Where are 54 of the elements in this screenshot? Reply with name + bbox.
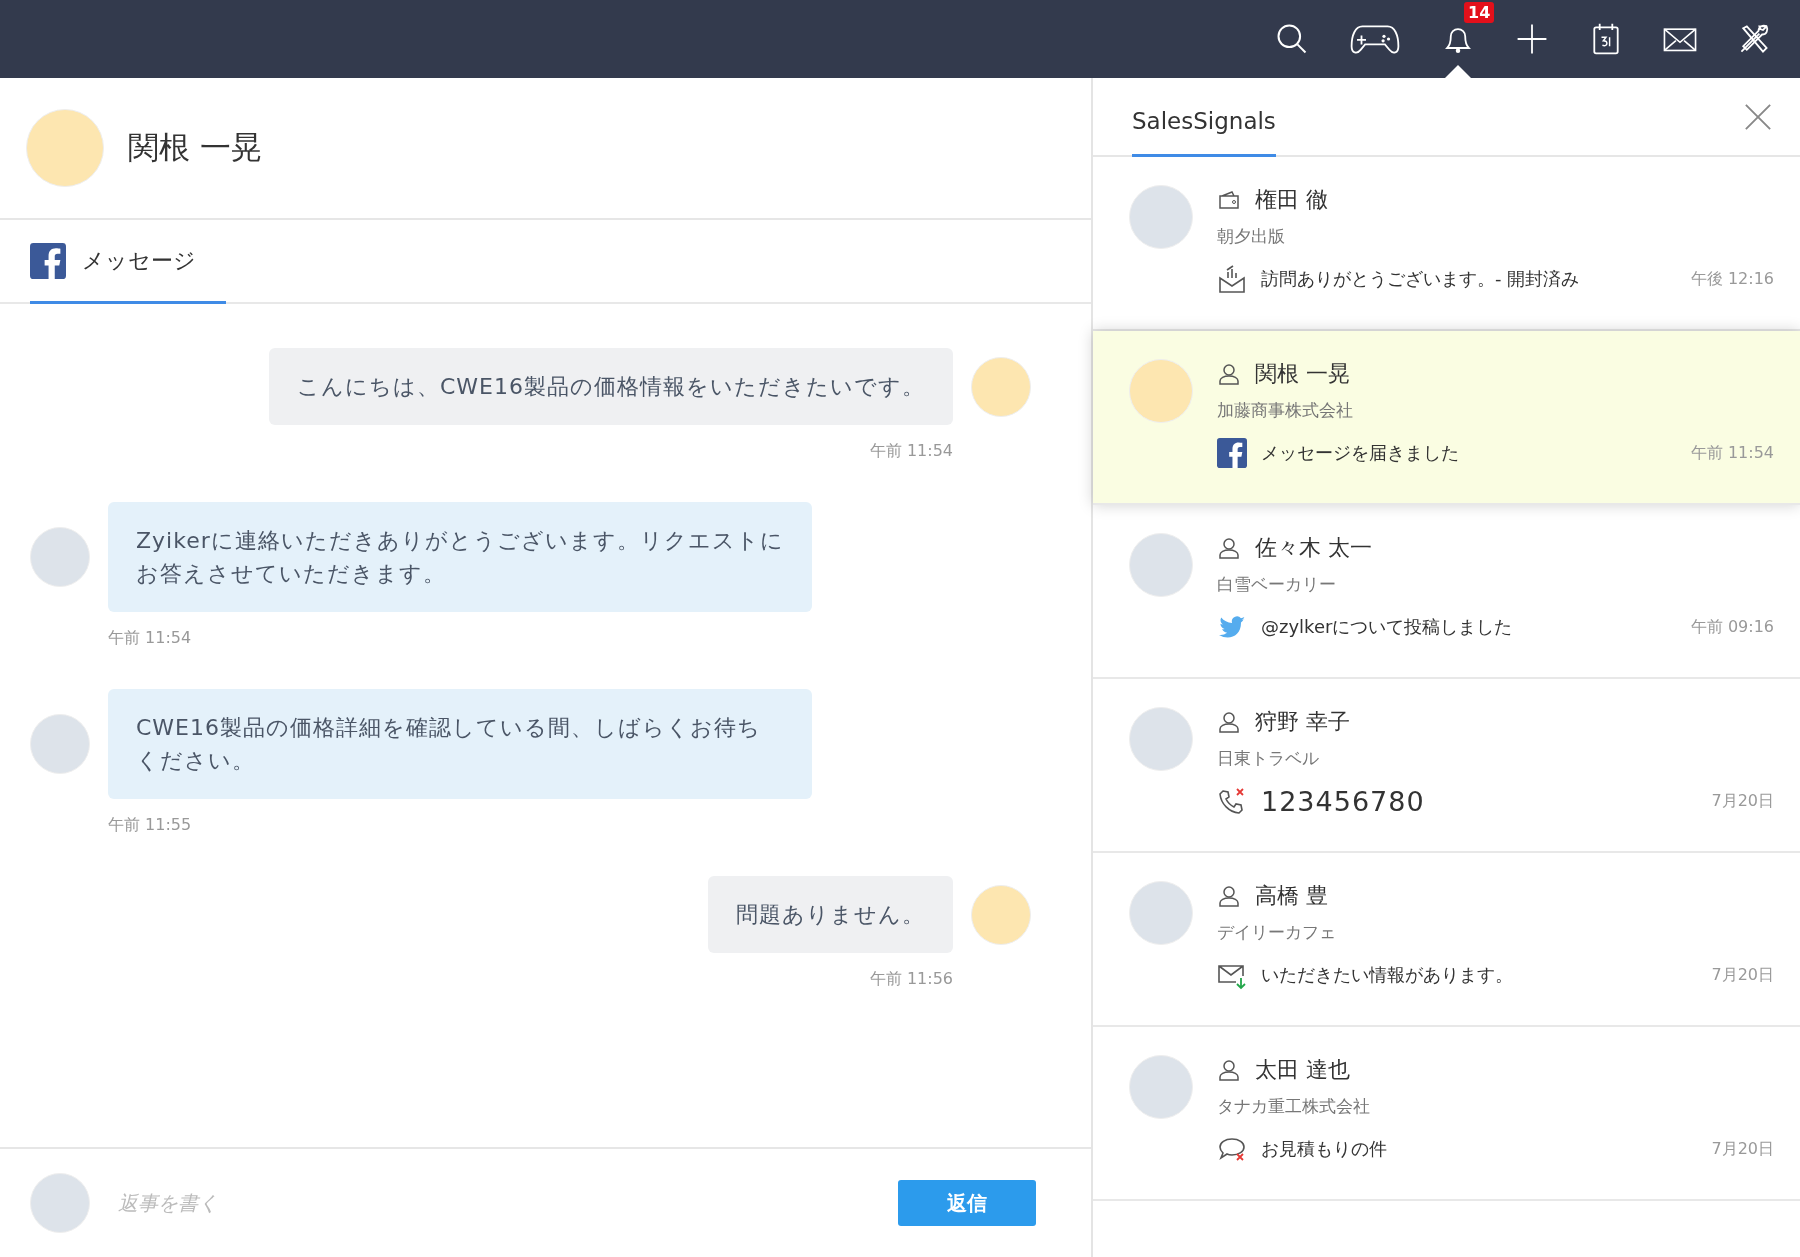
activity-time: 午前 11:54 [1690,442,1774,464]
open-envelope-icon [1217,264,1247,294]
activity-time: 7月20日 [1711,1138,1774,1160]
person-icon [1217,884,1241,908]
signal-item[interactable]: 佐々木 太一 白雪ベーカリー @zylkerについて投稿しました 午前 09:16 [1093,505,1800,679]
received-message: Zyikerに連絡いただきありがとうございます。リクエストにお答えさせていただきます。 [108,502,812,612]
reply-field[interactable]: 返事を書く [116,1190,872,1216]
signal-item[interactable]: 太田 達也 タナカ重工株式会社 お見積もりの件 7月20日 [1093,1027,1800,1201]
message-time: 午前 11:54 [108,628,193,649]
activity-text: 訪問ありがとうございます。- 開封済み [1261,267,1581,291]
facebook-icon [1217,438,1247,468]
signal-item[interactable]: 狩野 幸子 日東トラベル 123456780 7月20日 [1093,679,1800,853]
activity-text: メッセージを届きました [1261,441,1460,465]
facebook-icon [30,242,66,279]
company-name: 加藤商事株式会社 [1217,399,1354,422]
missed-call-icon [1217,786,1247,817]
person-icon [1217,1058,1241,1082]
activity-text: いただきたい情報があります。 [1261,963,1514,987]
company-name: 日東トラベル [1217,747,1320,770]
person-icon [1217,710,1241,734]
panel-title-tab[interactable]: SalesSignals [1132,108,1276,157]
company-name: デイリーカフェ [1217,921,1337,944]
person-icon [1217,362,1241,386]
wallet-icon [1217,188,1241,212]
signal-item[interactable]: 関根 一晃 加藤商事株式会社 メッセージを届きました 午前 11:54 [1093,331,1800,505]
contact-name: 狩野 幸子 [1255,708,1350,736]
activity-time: 午後 12:16 [1690,268,1774,290]
contact-name: 関根 一晃 [128,128,262,167]
notification-count: 14 [1464,2,1495,23]
messages-tab[interactable]: メッセージ [30,220,226,304]
activity-time: 午前 09:16 [1690,616,1774,638]
activity-time: 7月20日 [1711,791,1774,812]
activity-text: @zylkerについて投稿しました [1261,615,1514,639]
person-icon [1217,536,1241,560]
contact-name: 太田 達也 [1255,1056,1350,1084]
contact-name: 権田 徹 [1255,186,1328,214]
signal-item[interactable]: 高橋 豊 デイリーカフェ いただきたい情報があります。 7月20日 [1093,853,1800,1027]
sent-message: こんにちは、CWE16製品の価格情報をいただきたいです。 [269,348,953,425]
activity-text: お見積もりの件 [1261,1137,1388,1161]
contact-name: 佐々木 太一 [1255,534,1372,562]
company-name: タナカ重工株式会社 [1217,1095,1371,1118]
sent-message: 問題ありません。 [708,876,953,953]
message-time: 午前 11:56 [869,969,953,990]
close-icon[interactable] [1744,103,1772,131]
company-name: 白雪ベーカリー [1217,573,1337,596]
message-time: 午前 11:55 [108,815,193,836]
received-message: CWE16製品の価格詳細を確認している間、しばらくお待ちください。 [108,689,812,799]
pointer-arrow [1445,65,1471,78]
message-time: 午前 11:54 [869,441,953,462]
contact-name: 関根 一晃 [1255,360,1350,388]
activity-text: 123456780 [1261,786,1426,817]
contact-name: 高橋 豊 [1255,882,1328,910]
activity-time: 7月20日 [1711,964,1774,986]
company-name: 朝夕出版 [1217,225,1286,248]
